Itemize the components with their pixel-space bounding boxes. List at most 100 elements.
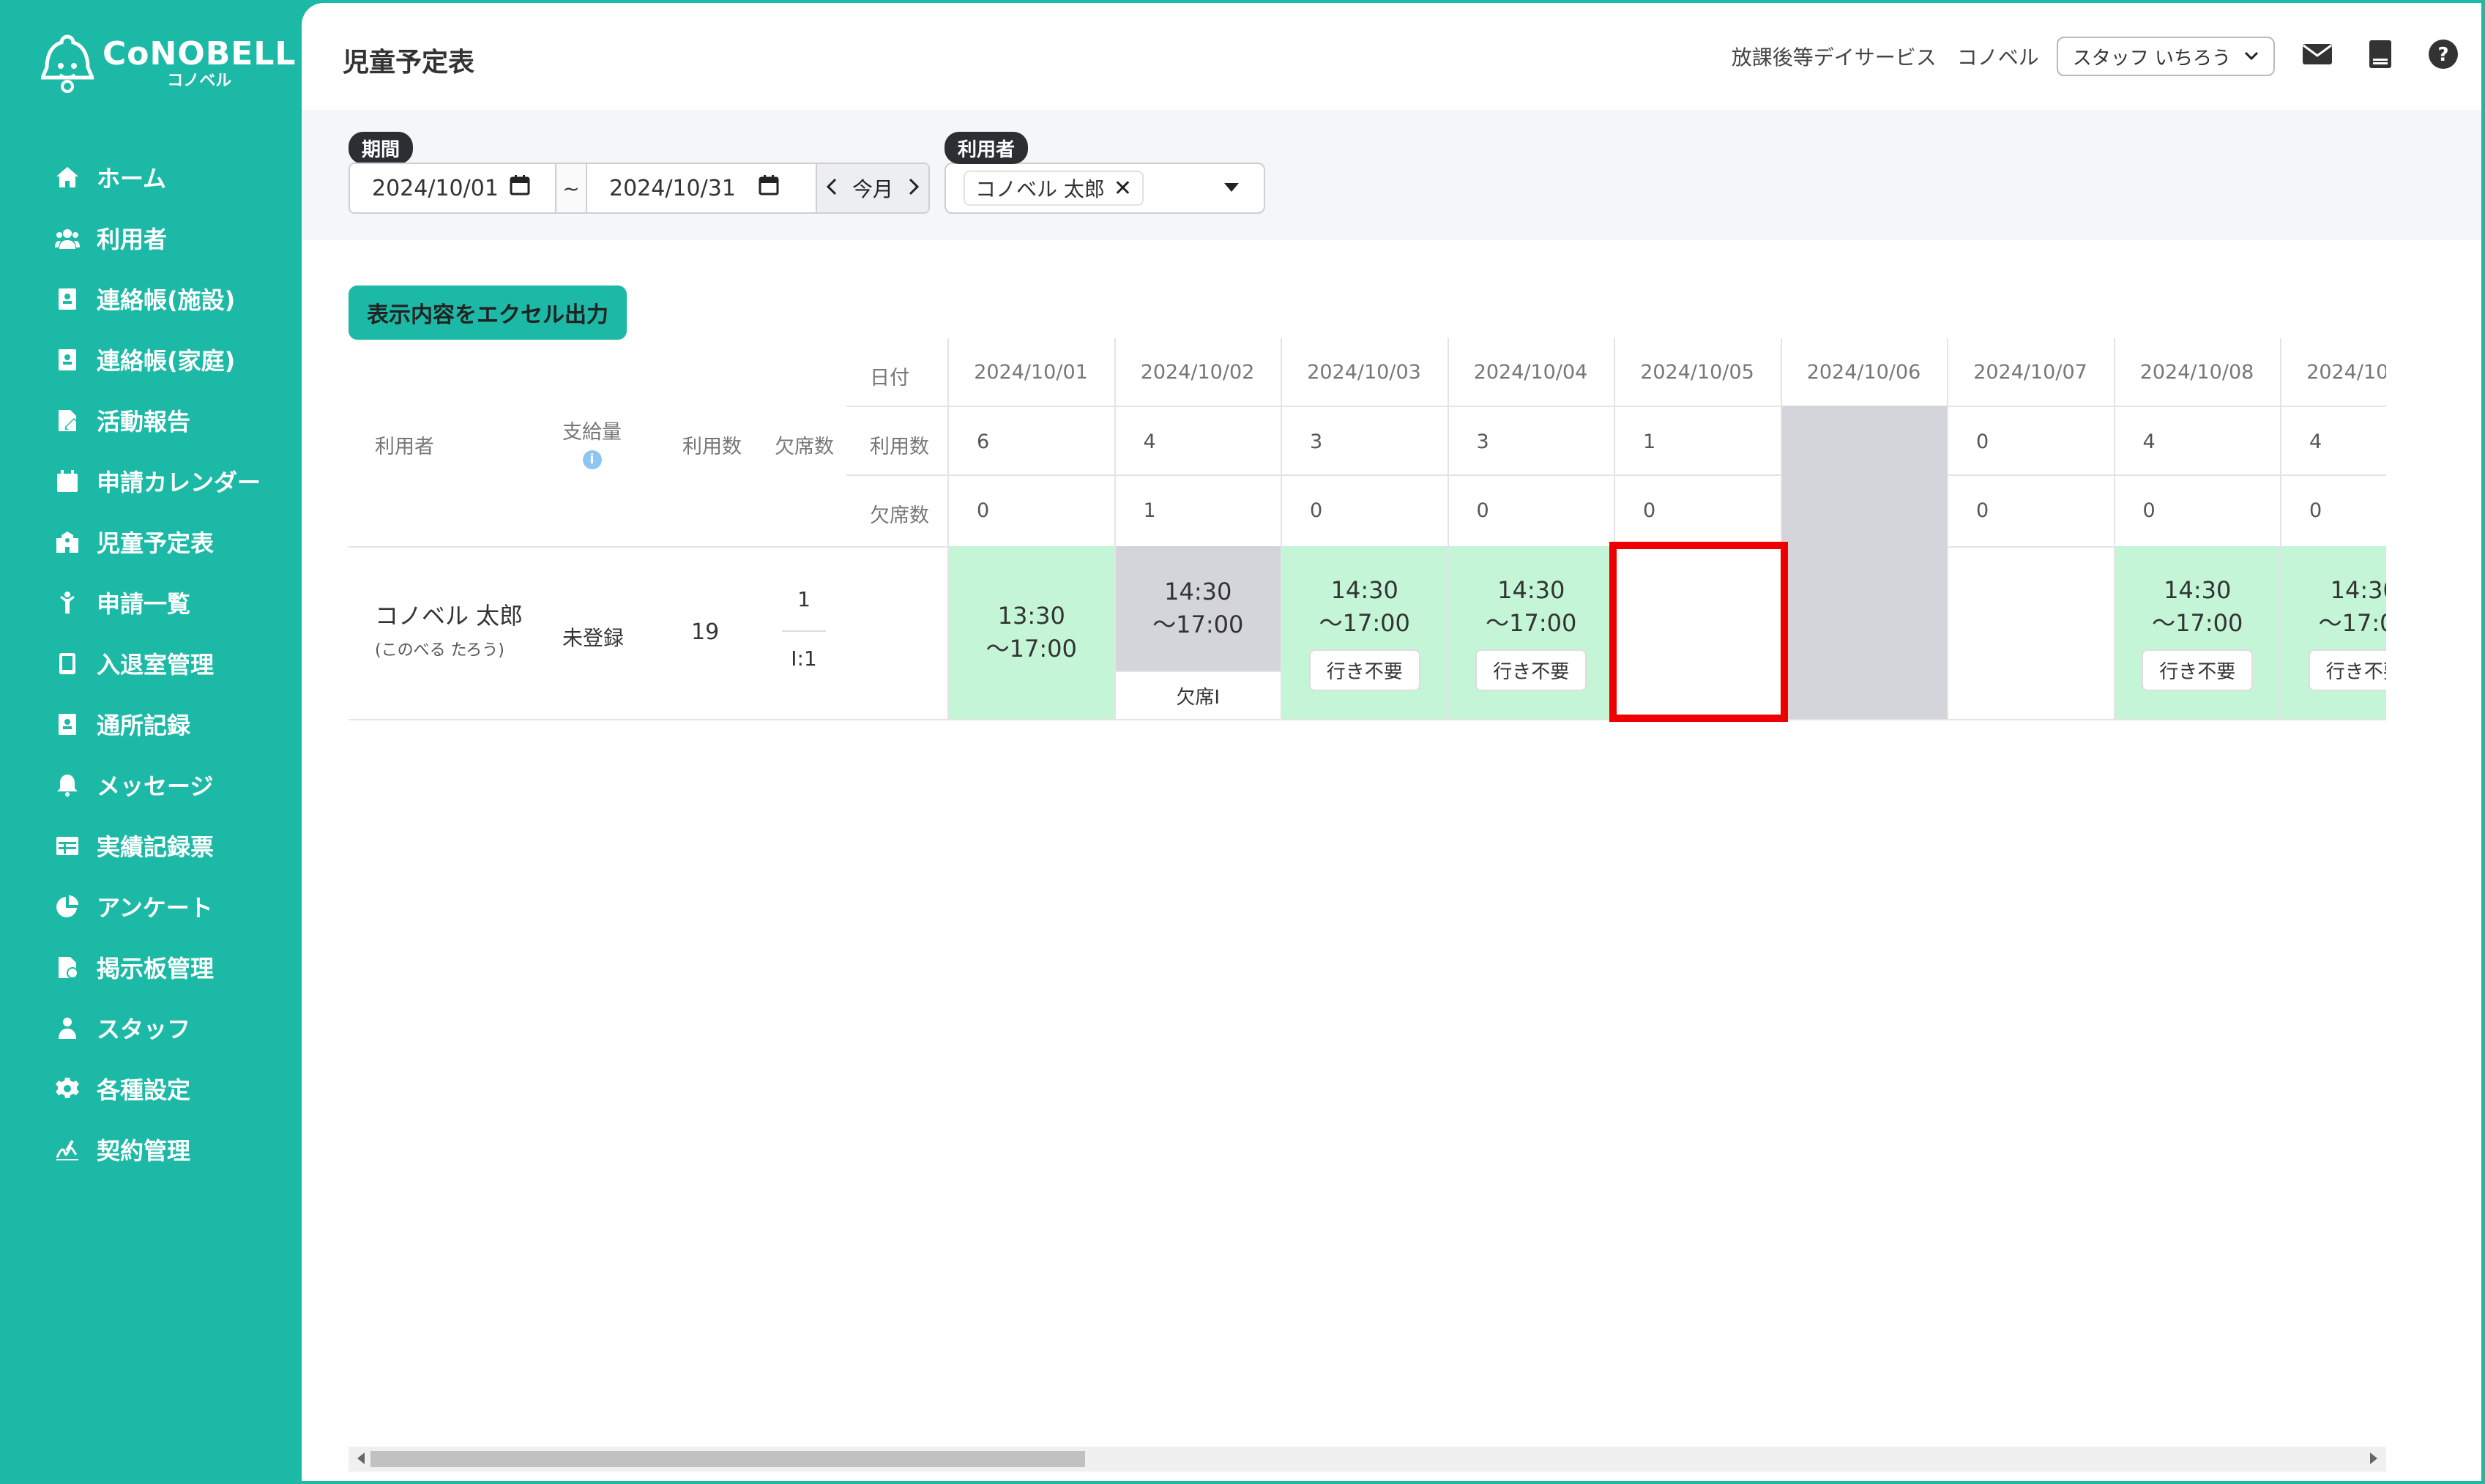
home-icon: [54, 164, 81, 190]
table-icon: [54, 832, 81, 859]
sidebar-item-3[interactable]: 連絡帳(家庭): [0, 329, 302, 389]
user-chip: コノベル 太郎 ✕: [964, 171, 1144, 206]
contact-book-icon: [54, 346, 81, 373]
date-to-input[interactable]: 2024/10/31: [587, 164, 816, 212]
next-month-button[interactable]: [908, 176, 920, 201]
schedule-cell[interactable]: 13:30 〜17:00: [949, 546, 1114, 719]
schedule-cell[interactable]: [1781, 546, 1947, 719]
date-from-value: 2024/10/01: [372, 175, 499, 201]
sidebar-item-label: 各種設定: [97, 1075, 191, 1104]
sidebar-item-label: 申請一覧: [97, 589, 191, 618]
school-icon: [54, 529, 81, 555]
remove-chip-icon[interactable]: ✕: [1114, 176, 1132, 201]
header-supply-label: 支給量: [562, 421, 622, 444]
user-absence-detail: Ⅰ:1: [791, 646, 817, 671]
sidebar-item-label: 掲示板管理: [97, 954, 215, 983]
pie-chart-icon: [54, 893, 81, 920]
schedule-cell[interactable]: 14:30 〜17:00 行き不要: [1448, 546, 1614, 719]
usage-count-cell: 0: [1976, 430, 1989, 453]
sidebar-item-4[interactable]: 活動報告: [0, 389, 302, 450]
sidebar-item-7[interactable]: 申請一覧: [0, 572, 302, 633]
manual-book-icon[interactable]: [2364, 38, 2396, 75]
month-navigator: 今月: [816, 164, 929, 212]
sidebar-item-13[interactable]: 掲示板管理: [0, 936, 302, 997]
no-pickup-button[interactable]: 行き不要: [1308, 649, 1420, 692]
sidebar-item-label: 連絡帳(家庭): [97, 346, 236, 375]
scroll-thumb[interactable]: [370, 1451, 1085, 1467]
date-header: 2024/10/06: [1806, 360, 1921, 384]
sidebar-item-0[interactable]: ホーム: [0, 146, 302, 207]
date-header: 2024/10/03: [1307, 360, 1421, 384]
page-title: 児童予定表: [343, 48, 475, 78]
period-label: 期間: [349, 132, 414, 164]
sidebar-item-2[interactable]: 連絡帳(施設): [0, 268, 302, 329]
contract-icon: [54, 1136, 81, 1163]
grid-line: [846, 406, 2386, 407]
sidebar-item-12[interactable]: アンケート: [0, 876, 302, 936]
this-month-button[interactable]: 今月: [852, 174, 893, 203]
prev-month-button[interactable]: [826, 176, 838, 201]
sidebar-item-16[interactable]: 契約管理: [0, 1119, 302, 1179]
sidebar-item-11[interactable]: 実績記録票: [0, 815, 302, 876]
chevron-down-icon: [2244, 51, 2259, 61]
staff-select[interactable]: スタッフ いちろう: [2056, 37, 2275, 76]
date-from-input[interactable]: 2024/10/01: [350, 164, 555, 212]
schedule-cell[interactable]: 14:30 〜17:00 行き不要: [2115, 546, 2280, 719]
sidebar-item-15[interactable]: 各種設定: [0, 1058, 302, 1119]
schedule-time: 13:30 〜17:00: [986, 602, 1077, 663]
contact-book-icon: [54, 286, 81, 312]
horizontal-scrollbar[interactable]: [349, 1447, 2386, 1472]
sidebar-item-8[interactable]: 入退室管理: [0, 633, 302, 693]
header-row-usage: 利用数: [870, 436, 929, 458]
child-icon: [54, 589, 81, 616]
schedule-time: 14:30 〜17:00: [2318, 575, 2386, 637]
date-header: 2024/10/09: [2306, 360, 2386, 384]
help-icon[interactable]: ?: [2427, 38, 2459, 75]
schedule-cell[interactable]: 14:30 〜17:00 欠席Ⅰ: [1115, 546, 1281, 719]
org-name: コノベル: [1956, 45, 2039, 70]
user-select[interactable]: コノベル 太郎 ✕: [945, 163, 1265, 214]
header-date: 日付: [870, 367, 909, 389]
schedule-cell[interactable]: 14:30 〜17:00 行き不要: [2281, 546, 2386, 719]
calendar-icon[interactable]: [509, 174, 531, 202]
schedule-cell[interactable]: 14:30 〜17:00 行き不要: [1282, 546, 1448, 719]
scroll-right-icon[interactable]: [2370, 1453, 2377, 1464]
sidebar-item-10[interactable]: メッセージ: [0, 754, 302, 815]
schedule-time: 14:30 〜17:00: [1152, 578, 1244, 638]
logo-subtitle: コノベル: [167, 72, 232, 90]
sidebar-item-6[interactable]: 児童予定表: [0, 511, 302, 572]
sidebar-item-1[interactable]: 利用者: [0, 207, 302, 268]
date-header: 2024/10/07: [1973, 360, 2087, 384]
sidebar-item-label: 連絡帳(施設): [97, 286, 236, 314]
record-icon: [54, 711, 81, 737]
user-name-cell: コノベル 太郎 (このべる たろう): [375, 597, 523, 660]
header-row-absence: 欠席数: [870, 504, 929, 527]
date-header: 2024/10/08: [2139, 360, 2254, 384]
calendar-icon[interactable]: [758, 174, 780, 202]
sidebar-item-9[interactable]: 通所記録: [0, 693, 302, 754]
info-icon[interactable]: i: [582, 450, 602, 469]
sidebar-item-14[interactable]: スタッフ: [0, 997, 302, 1058]
caret-down-icon[interactable]: [1224, 183, 1239, 192]
no-pickup-button[interactable]: 行き不要: [2142, 649, 2254, 692]
sidebar-item-label: 活動報告: [97, 407, 191, 436]
mail-icon[interactable]: [2301, 38, 2333, 75]
user-kana: (このべる たろう): [375, 641, 504, 660]
absence-count-cell: 0: [1643, 499, 1656, 522]
schedule-cell[interactable]: [1948, 546, 2114, 719]
users-icon: [54, 225, 81, 251]
highlight-box: [1609, 542, 1788, 722]
sidebar-item-label: 入退室管理: [97, 650, 215, 679]
no-pickup-button[interactable]: 行き不要: [1475, 649, 1587, 692]
excel-export-button[interactable]: 表示内容をエクセル出力: [349, 286, 627, 340]
gear-icon: [54, 1075, 81, 1102]
user-supply: 未登録: [562, 626, 625, 650]
user-absence: 1 Ⅰ:1: [778, 587, 830, 671]
no-pickup-button[interactable]: 行き不要: [2308, 649, 2386, 692]
sidebar-item-label: メッセージ: [97, 772, 214, 800]
scroll-left-icon[interactable]: [357, 1453, 365, 1464]
sidebar-item-label: 通所記録: [97, 711, 191, 739]
sidebar-item-5[interactable]: 申請カレンダー: [0, 450, 302, 511]
logo[interactable]: CoNOBELL コノベル: [40, 31, 295, 97]
chevron-right-icon: [909, 178, 920, 195]
